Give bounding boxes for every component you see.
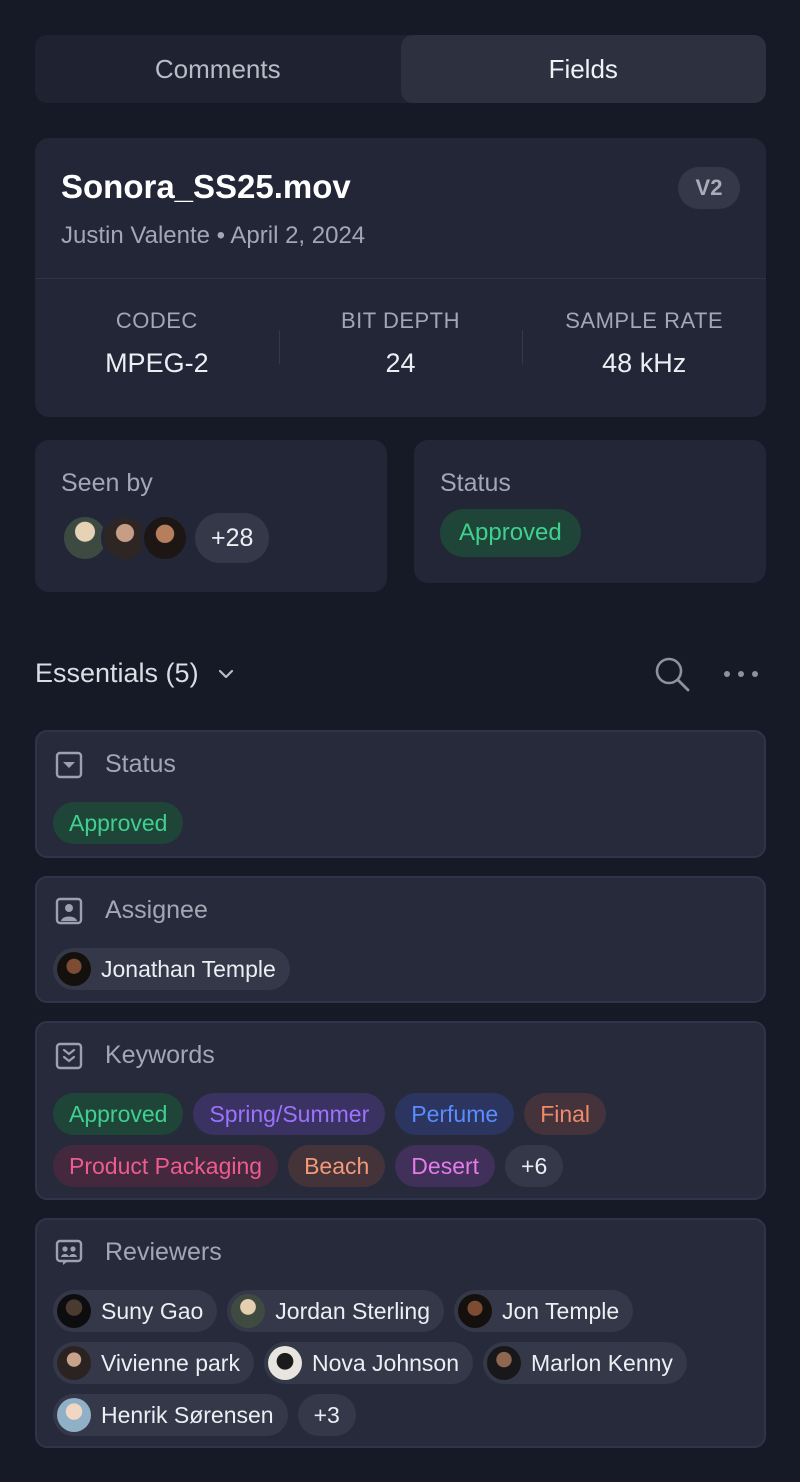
seen-by-more[interactable]: +28 (195, 513, 270, 563)
file-metadata: CODEC MPEG-2 BIT DEPTH 24 SAMPLE RATE 48… (35, 308, 766, 379)
meta-label: SAMPLE RATE (565, 308, 724, 333)
essentials-toggle[interactable]: Essentials (5) (35, 658, 235, 689)
meta-value: 24 (385, 348, 416, 378)
field-assignee[interactable]: Assignee Jonathan Temple (35, 876, 766, 1003)
meta-sample-rate: SAMPLE RATE 48 kHz (522, 308, 766, 379)
seen-by-card: Seen by +28 (35, 440, 387, 592)
status-label: Status (440, 469, 511, 497)
tag-list-icon (55, 1042, 83, 1069)
keyword-chip[interactable]: Desert (395, 1145, 496, 1187)
reviewer-name: Nova Johnson (311, 1349, 459, 1376)
reviewer-chip[interactable]: Marlon Kenny (483, 1342, 687, 1384)
version-badge[interactable]: V2 (678, 167, 740, 209)
avatar[interactable] (141, 514, 189, 562)
reviewer-name: Vivienne park (101, 1349, 240, 1376)
field-status[interactable]: Status Approved (35, 730, 766, 858)
keyword-chip[interactable]: Perfume (395, 1093, 515, 1135)
avatar (57, 1398, 91, 1432)
search-icon[interactable] (652, 654, 692, 694)
meta-label: CODEC (115, 308, 198, 333)
field-label: Reviewers (105, 1238, 222, 1266)
avatar (231, 1294, 266, 1328)
tab-fields[interactable]: Fields (400, 35, 766, 103)
seen-by-avatars[interactable]: +28 (61, 513, 270, 563)
keyword-chip[interactable]: Approved (53, 1093, 184, 1135)
keyword-chip[interactable]: Product Packaging (53, 1145, 279, 1187)
divider (35, 278, 766, 279)
meta-value: 48 kHz (602, 348, 687, 378)
assignee-name: Jonathan Temple (101, 955, 276, 982)
status-badge[interactable]: Approved (440, 509, 581, 557)
reviewer-name: Jordan Sterling (275, 1297, 430, 1324)
keywords-more[interactable]: +6 (505, 1145, 564, 1187)
seen-by-label: Seen by (61, 469, 153, 497)
reviewer-chip[interactable]: Jon Temple (454, 1290, 634, 1332)
reviewer-chip[interactable]: Suny Gao (53, 1290, 218, 1332)
reviewer-chip[interactable]: Vivienne park (53, 1342, 254, 1384)
dropdown-field-icon (55, 751, 83, 778)
avatar (487, 1346, 521, 1380)
meta-value: MPEG-2 (105, 348, 209, 378)
user-icon (55, 897, 83, 924)
reviewer-name: Jon Temple (502, 1297, 620, 1324)
tab-bar: Comments Fields (35, 35, 766, 103)
essentials-header: Essentials (5) (35, 652, 766, 698)
file-author-date: Justin Valente • April 2, 2024 (61, 222, 366, 249)
reviewers-icon (55, 1239, 83, 1265)
reviewer-name: Suny Gao (101, 1297, 204, 1324)
avatar (57, 1294, 91, 1328)
avatar (458, 1294, 492, 1328)
field-keywords[interactable]: Keywords Approved Spring/Summer Perfume … (35, 1021, 766, 1200)
reviewer-chip[interactable]: Nova Johnson (263, 1342, 473, 1384)
status-badge[interactable]: Approved (53, 802, 184, 844)
keyword-chip[interactable]: Final (524, 1093, 607, 1135)
meta-label: BIT DEPTH (341, 308, 461, 333)
reviewer-chip[interactable]: Henrik Sørensen (53, 1394, 288, 1436)
file-info-card: Sonora_SS25.mov Justin Valente • April 2… (35, 138, 766, 417)
avatar (57, 952, 91, 986)
section-title: Essentials (5) (35, 658, 199, 688)
reviewer-name: Marlon Kenny (531, 1349, 673, 1376)
reviewer-chip[interactable]: Jordan Sterling (227, 1290, 444, 1332)
file-name: Sonora_SS25.mov (61, 168, 351, 205)
field-label: Status (105, 750, 176, 778)
keyword-chip[interactable]: Spring/Summer (193, 1093, 386, 1135)
chevron-down-icon (218, 669, 233, 678)
field-label: Assignee (105, 896, 208, 924)
field-label: Keywords (105, 1041, 215, 1069)
avatar (57, 1346, 91, 1380)
avatar (267, 1346, 302, 1380)
tab-comments[interactable]: Comments (35, 35, 401, 103)
reviewer-name: Henrik Sørensen (101, 1401, 274, 1428)
more-options-icon[interactable] (722, 660, 760, 688)
status-card: Status Approved (414, 440, 766, 583)
field-reviewers[interactable]: Reviewers Suny Gao Jordan Sterling Jon T… (35, 1218, 766, 1448)
keyword-chip[interactable]: Beach (288, 1145, 386, 1187)
meta-codec: CODEC MPEG-2 (35, 308, 279, 379)
reviewers-more[interactable]: +3 (297, 1394, 356, 1436)
assignee-chip[interactable]: Jonathan Temple (53, 948, 290, 990)
meta-bit-depth: BIT DEPTH 24 (278, 308, 523, 379)
